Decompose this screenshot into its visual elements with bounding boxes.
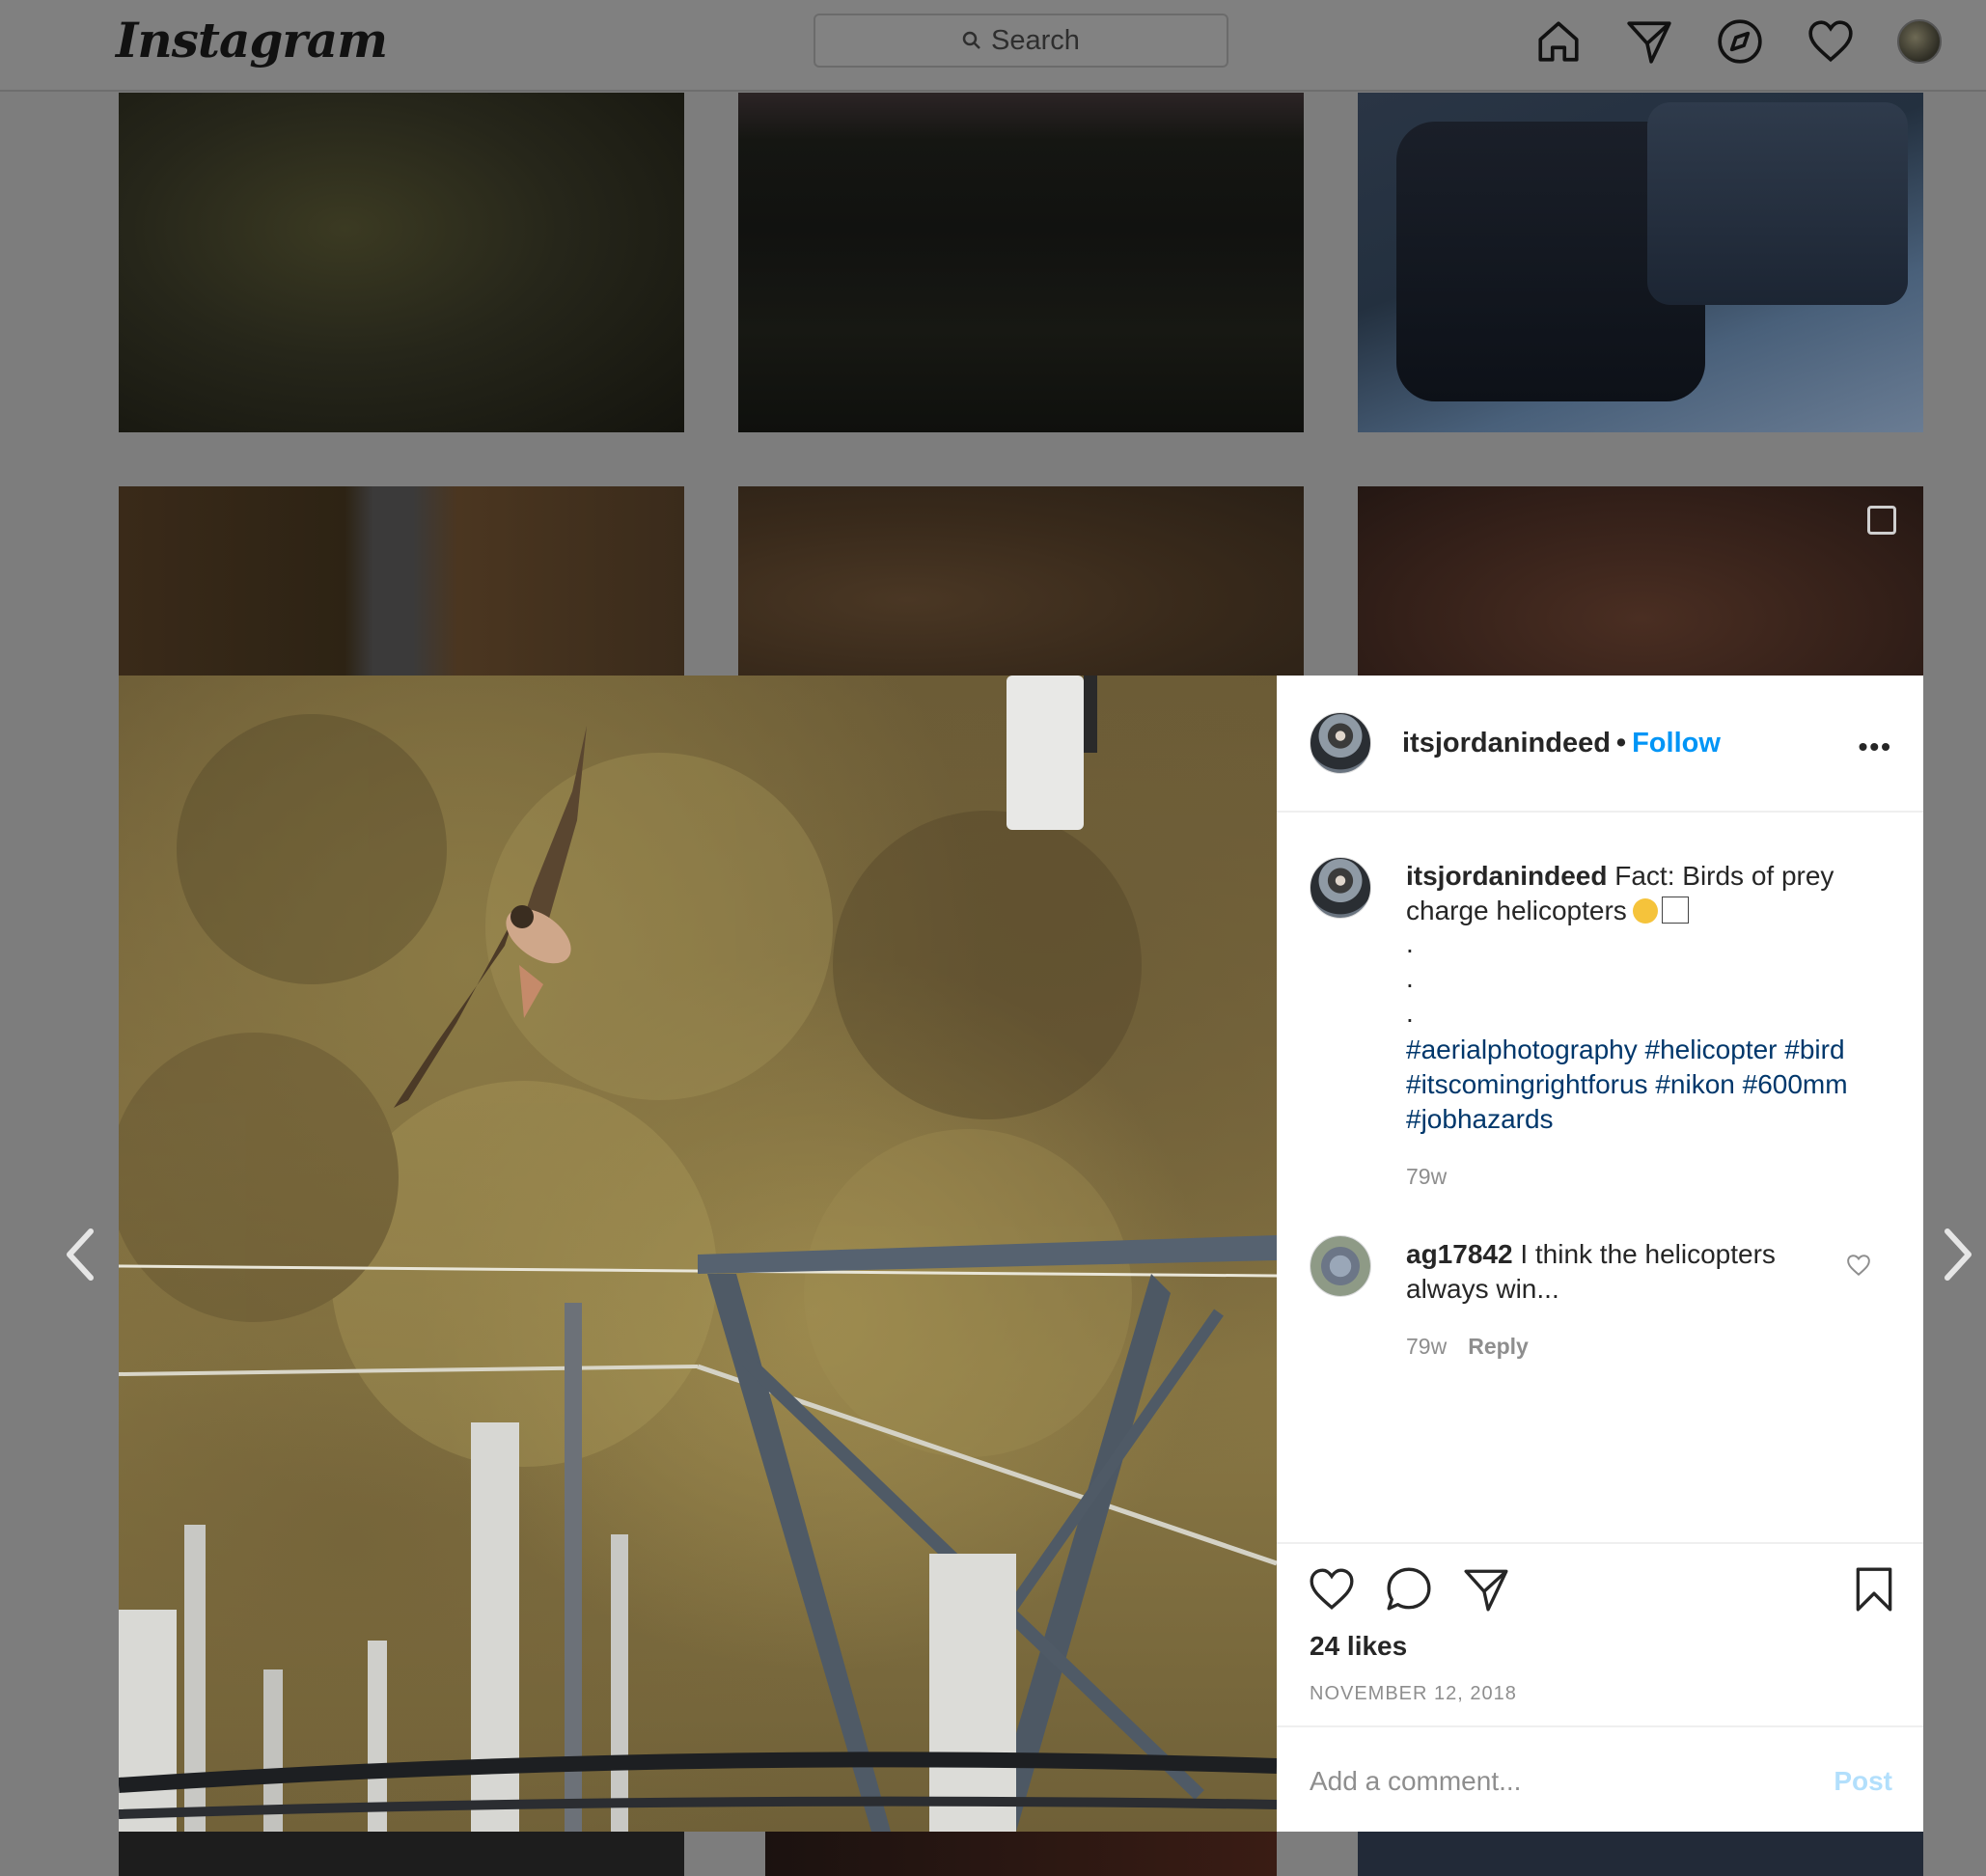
post-header: itsjordanindeed • Follow ••• — [1277, 676, 1923, 813]
comment-bubble-icon[interactable] — [1385, 1565, 1433, 1614]
caption-dot-2: . — [1406, 963, 1414, 993]
search-placeholder: Search — [991, 24, 1080, 56]
photo-illustration — [119, 676, 1277, 1832]
author-avatar[interactable] — [1310, 712, 1371, 774]
follow-button[interactable]: Follow — [1632, 728, 1721, 759]
add-comment-bar: Post — [1277, 1725, 1923, 1834]
grinning-emoji-icon — [1632, 898, 1658, 924]
direct-icon[interactable] — [1625, 17, 1673, 66]
carousel-icon — [1867, 506, 1896, 535]
grid-post-camera[interactable] — [1358, 93, 1923, 432]
search-box[interactable]: Search — [814, 14, 1228, 68]
previous-post-arrow-icon[interactable] — [62, 1226, 97, 1283]
caption-author-avatar[interactable] — [1310, 857, 1371, 919]
grid-post-bottom-3[interactable] — [1358, 1832, 1923, 1876]
caption-hashtags[interactable]: #aerialphotography #helicopter #bird #it… — [1406, 1033, 1889, 1137]
explore-icon[interactable] — [1716, 17, 1764, 66]
comment-username[interactable]: ag17842 — [1406, 1239, 1513, 1269]
top-bar: Instagram Search — [0, 0, 1986, 92]
grid-post-bottom-2[interactable] — [765, 1832, 1277, 1876]
comment-text: ag17842 I think the helicopters always w… — [1406, 1237, 1831, 1307]
save-bookmark-icon[interactable] — [1850, 1565, 1898, 1614]
author-username[interactable]: itsjordanindeed — [1402, 728, 1611, 759]
grid-post-bottom-1[interactable] — [119, 1832, 684, 1876]
caption-username[interactable]: itsjordanindeed — [1406, 861, 1607, 891]
post-date[interactable]: NOVEMBER 12, 2018 — [1310, 1683, 1517, 1705]
likes-count[interactable]: 24 likes — [1310, 1631, 1407, 1662]
like-heart-icon[interactable] — [1308, 1565, 1356, 1614]
comment-meta: 79w Reply — [1406, 1334, 1529, 1360]
grid-post-forest[interactable] — [119, 93, 684, 432]
post-photo[interactable] — [119, 676, 1277, 1832]
caption-text: itsjordanindeed Fact: Birds of prey char… — [1406, 859, 1889, 928]
author-line: itsjordanindeed • Follow — [1402, 728, 1721, 759]
search-icon — [962, 31, 980, 49]
next-post-arrow-icon[interactable] — [1942, 1226, 1976, 1283]
comment-like-heart-icon[interactable] — [1846, 1253, 1871, 1278]
share-direct-icon[interactable] — [1462, 1565, 1510, 1614]
home-icon[interactable] — [1534, 17, 1583, 66]
post-actions: 24 likes NOVEMBER 12, 2018 Post — [1277, 1542, 1923, 1832]
more-options-icon[interactable]: ••• — [1859, 731, 1892, 762]
gif-emoji-icon — [1661, 897, 1689, 924]
grid-post-highway[interactable] — [119, 486, 684, 676]
nav-icons — [1534, 17, 1942, 66]
reply-button[interactable]: Reply — [1468, 1334, 1529, 1359]
camera-body-shape — [1647, 102, 1908, 305]
caption-dot-3: . — [1406, 998, 1414, 1028]
profile-avatar[interactable] — [1897, 19, 1942, 64]
header-separator: • — [1615, 728, 1627, 759]
instagram-logo[interactable]: Instagram — [116, 12, 388, 69]
commenter-avatar[interactable] — [1310, 1235, 1371, 1297]
post-comment-button[interactable]: Post — [1834, 1766, 1892, 1797]
comment-timestamp[interactable]: 79w — [1406, 1334, 1447, 1359]
post-side-panel: itsjordanindeed • Follow ••• itsjordaninde… — [1277, 676, 1923, 1832]
activity-heart-icon[interactable] — [1807, 17, 1855, 66]
caption-timestamp[interactable]: 79w — [1406, 1164, 1447, 1190]
add-comment-input[interactable] — [1310, 1760, 1792, 1803]
grid-post-dark-field[interactable] — [738, 93, 1304, 432]
caption-dot-1: . — [1406, 928, 1414, 958]
grid-post-farmland[interactable] — [738, 486, 1304, 676]
grid-post-autumn-trees[interactable] — [1358, 486, 1923, 676]
